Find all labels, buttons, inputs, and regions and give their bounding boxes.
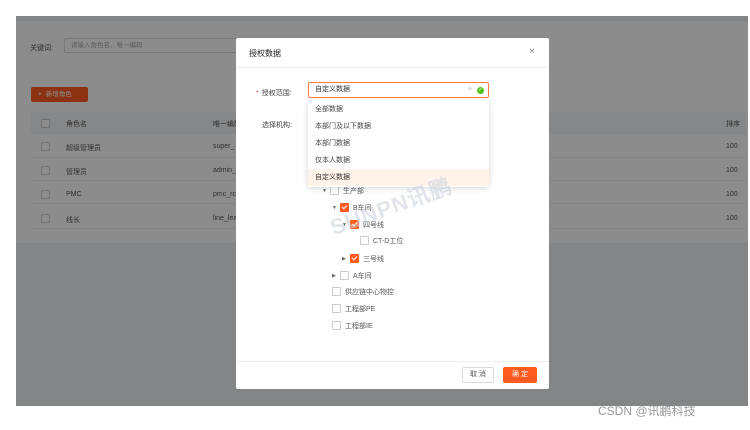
tree-node-label: A车间 [353,272,372,280]
tree-node[interactable]: 工程部IE [332,320,373,333]
dropdown-option-selected[interactable]: 自定义数据 [308,169,489,186]
close-icon[interactable]: × [529,46,535,57]
tree-checkbox[interactable] [332,286,341,296]
tree-node[interactable]: 供应链中心物控 [332,286,394,299]
scope-dropdown: 全部数据 本部门及以下数据 本部门数据 仅本人数据 自定义数据 [308,100,489,187]
modal-footer-divider [236,361,549,362]
tree-node[interactable]: ▶ 三号线 [342,253,384,265]
tree-node-label: 工程部IE [345,323,373,330]
scope-select-value: 自定义数据 [315,86,350,93]
tree-checkbox[interactable] [350,253,359,263]
tree-node-label: 生产部 [343,187,364,195]
tree-node[interactable]: ▶ A车间 [332,270,372,282]
cancel-button[interactable]: 取 消 [462,367,494,383]
tree-node-label: 三号线 [363,255,384,263]
scope-label-text: 授权范围: [261,90,292,97]
footer-credit: CSDN @讯鹏科技 [598,404,696,418]
confirm-button[interactable]: 确 定 [503,367,537,383]
tree-node-label: 供应链中心物控 [345,289,394,296]
caret-right-icon[interactable]: ▶ [332,270,340,282]
tree-node[interactable]: CT-D工位 [360,235,404,248]
tree-node[interactable]: 工程部PE [332,303,376,316]
tree-node-label: 工程部PE [345,306,376,313]
tree-checkbox[interactable] [340,270,349,280]
dropdown-option[interactable]: 全部数据 [308,101,489,118]
dropdown-option[interactable]: 仅本人数据 [308,152,489,169]
org-label: 选择机构: [262,122,292,129]
check-circle-icon: ✓ [477,87,484,94]
tree-checkbox[interactable] [332,303,341,313]
tree-checkbox[interactable] [332,320,341,330]
chevron-up-icon: ^ [468,86,472,95]
tree-checkbox[interactable] [360,235,369,245]
modal-divider [236,67,549,68]
dropdown-option[interactable]: 本部门及以下数据 [308,118,489,135]
caret-right-icon[interactable]: ▶ [342,253,350,265]
scope-label: * 授权范围: [256,88,292,98]
dropdown-option[interactable]: 本部门数据 [308,135,489,152]
required-icon: * [256,90,259,97]
modal-title: 授权数据 [249,49,281,58]
scope-select[interactable]: 自定义数据 ^ ✓ [308,82,489,98]
tree-node-label: CT-D工位 [373,238,404,245]
